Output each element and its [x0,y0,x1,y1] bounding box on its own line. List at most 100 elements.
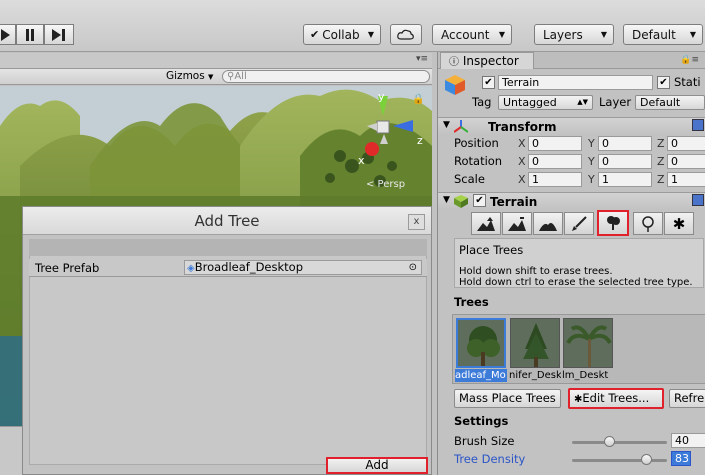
paint-height-button[interactable] [502,212,532,235]
account-label: Account [441,27,490,42]
paint-height-icon [508,216,526,231]
collab-dropdown[interactable]: ✔ Collab ▼ [303,24,381,45]
scene-search-input[interactable]: ⚲All [222,70,430,83]
tree-density-field[interactable]: 83 [671,451,691,466]
gizmos-label: Gizmos [166,70,205,82]
tag-label: Tag [472,95,492,109]
layers-dropdown[interactable]: Layers ▼ [534,24,614,45]
active-checkbox[interactable]: ✔ [482,76,495,89]
terrain-component-icon [454,195,468,208]
tree-thumbnail[interactable] [510,318,560,368]
menu-icon[interactable]: ▾≡ [416,54,428,64]
help-book-icon[interactable] [692,194,704,206]
tree-thumbnail-selected[interactable] [456,318,506,368]
prefab-cube-icon: ◈ [187,263,195,274]
add-button[interactable]: Add [326,457,428,474]
rotation-y-field[interactable]: 0 [598,154,652,169]
foldout-arrow-icon: ▼ [443,120,450,130]
mass-place-trees-button[interactable]: Mass Place Trees [454,389,561,408]
help-title: Place Trees [459,243,524,257]
gameobject-icon [445,75,465,95]
terrain-enabled-checkbox[interactable]: ✔ [473,194,486,207]
edit-trees-button[interactable]: ✱Edit Trees... [568,388,664,409]
pause-button[interactable] [16,24,44,45]
tag-dropdown[interactable]: Untagged ▲▼ [498,95,593,110]
scale-y-field[interactable]: 1 [598,172,652,187]
trees-header: Trees [454,295,489,309]
brush-size-label: Brush Size [454,434,515,448]
axis-z-label: Z [657,173,665,186]
paint-texture-button[interactable] [564,212,594,235]
position-x-field[interactable]: 0 [528,136,582,151]
help-line-2: Hold down ctrl to erase the selected tre… [459,277,693,288]
tree-label: nifer_Desk [509,370,561,381]
terrain-settings-button[interactable]: ✱ [664,212,694,235]
lock-icon[interactable]: 🔒 [412,94,424,105]
tree-label: adleaf_Mo [455,369,507,382]
persp-label[interactable]: < Persp [366,179,405,190]
tree-prefab-value: Broadleaf_Desktop [194,260,303,274]
collab-check-icon: ✔ [310,28,320,41]
object-picker-icon[interactable]: ⊙ [409,261,417,274]
tree-prefab-field[interactable]: ◈Broadleaf_Desktop ⊙ [184,260,422,275]
scale-z-field[interactable]: 1 [667,172,705,187]
tree-density-slider[interactable] [572,459,667,462]
lock-icon[interactable]: 🔒≡ [680,55,699,65]
tree-preview-image [467,326,500,366]
gizmo-axis-z-label: z [417,134,423,147]
step-icon [52,28,65,41]
rotation-z-field[interactable]: 0 [667,154,705,169]
position-z-field[interactable]: 0 [667,136,705,151]
terrain-header[interactable]: ▼ ✔ Terrain [438,192,705,209]
inspector-panel: ⓘ Inspector 🔒≡ ✔ Terrain ✔ Stati Tag Unt… [437,52,705,475]
tag-value: Untagged [503,96,557,109]
object-name-field[interactable]: Terrain [498,75,653,90]
layer-label: Layer [599,95,632,109]
transform-header[interactable]: ▼ Transform [438,117,705,134]
flower-icon [642,215,654,232]
axis-x-label: X [518,173,526,186]
static-label: Stati [674,75,701,89]
transform-icon [454,120,468,133]
refresh-button[interactable]: Refre [669,389,705,408]
gizmos-dropdown[interactable]: Gizmos ▼ [166,70,213,82]
axis-y-label: Y [588,173,595,186]
help-book-icon[interactable] [692,119,704,131]
smooth-height-icon [539,222,557,231]
brush-size-field[interactable]: 40 [671,433,705,448]
step-button[interactable] [44,24,74,45]
layer-dropdown[interactable]: Default [635,95,705,110]
raise-lower-terrain-button[interactable] [471,212,501,235]
layers-label: Layers [543,27,583,42]
layout-dropdown[interactable]: Default ▼ [623,24,703,45]
axis-z-label: Z [657,155,665,168]
tree-label: lm_Deskt [562,370,609,381]
tree-thumbnail[interactable] [563,318,613,368]
inspector-tab-label: Inspector [462,54,519,68]
gizmo-axis-x-label: x [358,154,365,167]
account-dropdown[interactable]: Account ▼ [432,24,512,45]
scene-toolbar: Gizmos ▼ ⚲All [0,68,432,85]
dialog-close-button[interactable]: x [408,214,425,230]
info-icon: ⓘ [449,57,459,68]
tree-preview-image [566,325,612,367]
rotation-x-field[interactable]: 0 [528,154,582,169]
play-button[interactable] [0,24,16,45]
cloud-button[interactable] [390,24,422,45]
place-trees-button[interactable] [597,210,629,236]
axis-y-label: Y [588,155,595,168]
smooth-height-button[interactable] [533,212,563,235]
search-placeholder: All [234,71,247,82]
chevron-down-icon: ▼ [689,30,696,39]
brush-size-slider-knob[interactable] [604,436,615,447]
collab-label: Collab [322,27,360,42]
scale-x-field[interactable]: 1 [528,172,582,187]
raise-terrain-icon [477,216,495,231]
scale-label: Scale [454,172,485,186]
paint-details-button[interactable] [633,212,663,235]
position-y-field[interactable]: 0 [598,136,652,151]
tree-density-slider-knob[interactable] [641,454,652,465]
static-checkbox[interactable]: ✔ [657,76,670,89]
tab-inspector[interactable]: ⓘ Inspector [440,52,534,69]
brush-size-slider[interactable] [572,441,667,444]
